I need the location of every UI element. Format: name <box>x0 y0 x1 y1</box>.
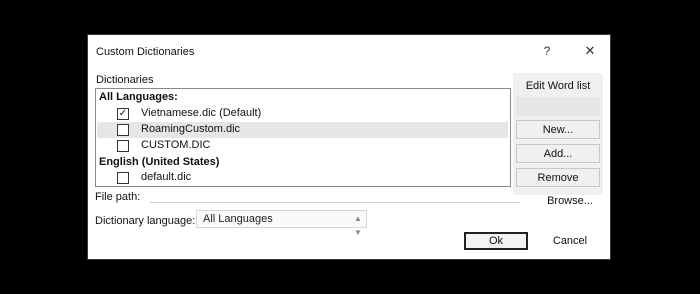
close-icon: ✕ <box>584 43 596 58</box>
chevron-updown-icon: ▲ ▼ <box>354 214 362 237</box>
list-item[interactable]: default.dic <box>97 170 508 186</box>
dictionary-name: RoamingCustom.dic <box>141 123 241 135</box>
new-button[interactable]: New... <box>516 120 600 139</box>
ok-button[interactable]: Ok <box>464 232 528 250</box>
dictionary-name: Vietnamese.dic (Default) <box>141 107 262 119</box>
dictionary-name: default.dic <box>141 171 192 183</box>
checkbox[interactable] <box>117 172 129 184</box>
dialog-title: Custom Dictionaries <box>96 46 195 58</box>
edit-word-list-button[interactable]: Edit Word list <box>516 76 600 95</box>
checkbox[interactable]: ✓ <box>117 108 129 120</box>
list-item[interactable]: CUSTOM.DIC <box>97 138 508 154</box>
list-item[interactable]: RoamingCustom.dic <box>97 122 508 138</box>
dictionaries-label: Dictionaries <box>96 74 154 86</box>
help-button[interactable]: ? <box>536 41 558 61</box>
dictionaries-list[interactable]: All Languages: ✓ Vietnamese.dic (Default… <box>95 88 511 187</box>
add-button[interactable]: Add... <box>516 144 600 163</box>
file-path-label: File path: <box>95 191 141 203</box>
side-button-panel: Edit Word list New... Add... Remove <box>513 73 603 195</box>
dictionary-language-select[interactable]: All Languages ▲ ▼ <box>196 210 367 237</box>
remove-button[interactable]: Remove <box>516 168 600 187</box>
dictionary-language-value: All Languages <box>203 213 273 225</box>
group-header-english-us: English (United States) <box>99 156 220 168</box>
browse-button[interactable]: Browse... <box>544 193 596 209</box>
file-path-field <box>150 189 520 203</box>
cancel-button[interactable]: Cancel <box>537 233 603 249</box>
close-button[interactable]: ✕ <box>576 41 604 61</box>
custom-dictionaries-dialog: Custom Dictionaries ? ✕ Dictionaries All… <box>88 35 610 259</box>
dictionary-name: CUSTOM.DIC <box>141 139 211 151</box>
group-header-all-languages: All Languages: <box>99 91 178 103</box>
checkbox[interactable] <box>117 140 129 152</box>
checkbox[interactable] <box>117 124 129 136</box>
dictionary-language-label: Dictionary language: <box>95 215 196 227</box>
disabled-button <box>516 97 600 116</box>
list-item[interactable]: ✓ Vietnamese.dic (Default) <box>97 106 508 122</box>
